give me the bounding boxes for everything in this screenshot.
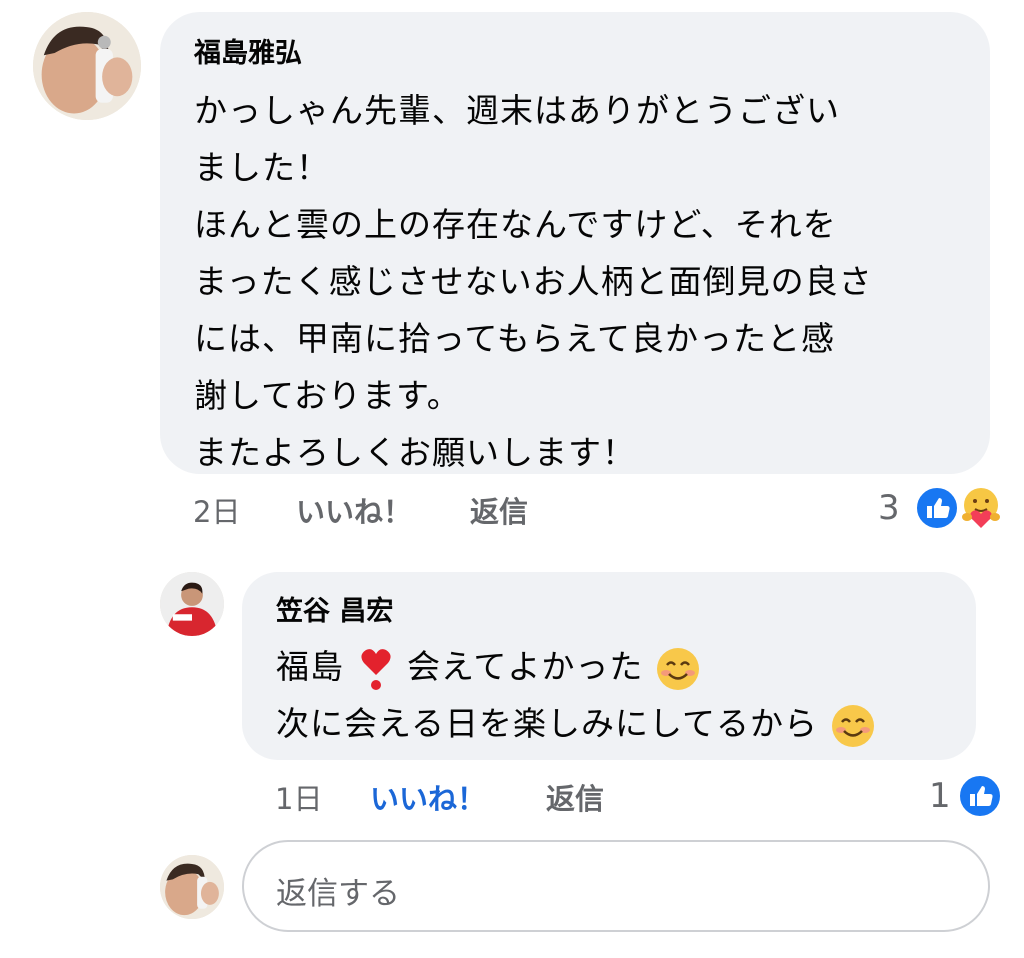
comment-text-line: には、甲南に拾ってもらえて良かったと感 [194, 319, 836, 358]
reply-text-segment: 福島 [276, 647, 344, 686]
reply-text-segment: 会えてよかった [407, 647, 644, 686]
heart-exclamation-icon [356, 645, 396, 693]
comment-text-line: ました！ [194, 148, 330, 187]
reply-text-line-1: 福島 会えてよかった [276, 638, 976, 695]
smiling-face-icon [830, 703, 876, 749]
avatar-current-user[interactable] [160, 855, 224, 919]
reply-text-segment: 次に会える日を楽しみにしてるから [276, 704, 819, 743]
replier-photo [160, 572, 224, 636]
reply-like-button[interactable]: いいね！ [370, 781, 486, 817]
commenter-photo [33, 12, 141, 120]
comment-author-name[interactable]: 福島雅弘 [194, 38, 990, 70]
avatar-replier[interactable] [160, 572, 224, 636]
reply-reaction-count[interactable]: 1 [929, 776, 951, 816]
like-icon[interactable] [915, 486, 959, 530]
comment-timestamp[interactable]: 2日 [193, 494, 240, 530]
reply-timestamp[interactable]: 1日 [275, 781, 322, 817]
comment-text-line: かっしゃん先輩、週末はありがとうござい [194, 91, 840, 130]
smiling-face-icon [655, 646, 701, 692]
reply-author-name[interactable]: 笠谷 昌宏 [276, 596, 976, 628]
reply-bubble: 笠谷 昌宏 福島 会えてよかった 次に会える日を楽しみにしてるから [242, 572, 976, 760]
comment-text-line: 謝しております。 [194, 376, 461, 415]
comment-like-button[interactable]: いいね！ [296, 494, 412, 530]
comment-bubble: 福島雅弘 かっしゃん先輩、週末はありがとうござい ました！ ほんと雲の上の存在な… [160, 12, 990, 474]
comment-text-line: まったく感じさせないお人柄と面倒見の良さ [194, 262, 873, 301]
reply-input[interactable]: 返信する [242, 840, 990, 932]
comment-reaction-count[interactable]: 3 [878, 488, 900, 528]
avatar-commenter[interactable] [33, 12, 141, 120]
comment-text-line: ほんと雲の上の存在なんですけど、それを [194, 205, 837, 244]
like-icon[interactable] [958, 774, 1002, 818]
reply-text-line-2: 次に会える日を楽しみにしてるから [276, 695, 976, 752]
current-user-photo [160, 855, 224, 919]
care-icon[interactable] [958, 484, 1004, 530]
comment-reply-button[interactable]: 返信 [470, 494, 528, 530]
reply-input-placeholder: 返信する [276, 876, 400, 912]
comment-text-line: またよろしくお願いします！ [194, 433, 636, 472]
reply-reply-button[interactable]: 返信 [546, 781, 604, 817]
